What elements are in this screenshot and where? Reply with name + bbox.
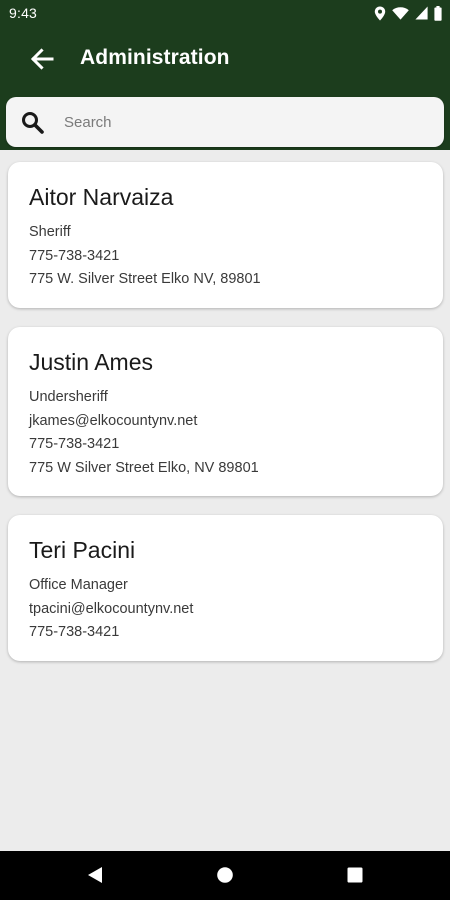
contact-phone[interactable]: 775-738-3421 — [29, 433, 423, 457]
contact-card[interactable]: Aitor Narvaiza Sheriff 775-738-3421 775 … — [8, 162, 443, 308]
contact-email[interactable]: jkames@elkocountynv.net — [29, 410, 423, 434]
page-title: Administration — [80, 46, 230, 69]
status-time: 9:43 — [9, 5, 38, 21]
nav-recents-button[interactable] — [341, 863, 369, 887]
signal-icon — [415, 6, 428, 20]
contact-phone[interactable]: 775-738-3421 — [29, 621, 423, 645]
contact-title: Undersheriff — [29, 389, 108, 405]
nav-recents-icon — [347, 867, 363, 883]
contact-address[interactable]: 775 W. Silver Street Elko NV, 89801 — [29, 268, 423, 292]
contact-card[interactable]: Justin Ames Undersheriff jkames@elkocoun… — [8, 327, 443, 496]
battery-icon — [434, 5, 442, 21]
nav-home-button[interactable] — [211, 863, 239, 887]
search-input[interactable] — [62, 107, 434, 137]
contact-email[interactable]: tpacini@elkocountynv.net — [29, 598, 423, 622]
contact-title: Office Manager — [29, 577, 128, 593]
contact-name: Teri Pacini — [29, 537, 136, 563]
header: 9:43 Administration Search — [0, 0, 450, 150]
status-bar: 9:43 — [0, 0, 450, 26]
contact-card[interactable]: Teri Pacini Office Manager tpacini@elkoc… — [8, 515, 443, 661]
nav-back-icon — [88, 867, 102, 883]
nav-back-button[interactable] — [81, 863, 109, 887]
app-bar: Administration — [0, 26, 450, 92]
back-button[interactable] — [22, 41, 62, 77]
system-nav-bar — [0, 851, 450, 900]
search-icon — [22, 112, 44, 134]
contact-address[interactable]: 775 W Silver Street Elko, NV 89801 — [29, 457, 423, 481]
nav-home-icon — [217, 867, 233, 883]
search-bar[interactable] — [6, 97, 444, 147]
wifi-icon — [392, 6, 409, 20]
contact-name: Aitor Narvaiza — [29, 184, 174, 210]
status-icons — [374, 5, 442, 21]
contact-name: Justin Ames — [29, 349, 153, 375]
contact-phone[interactable]: 775-738-3421 — [29, 245, 423, 269]
contact-title: Sheriff — [29, 224, 71, 240]
location-icon — [374, 6, 386, 21]
arrow-back-icon — [30, 48, 54, 70]
